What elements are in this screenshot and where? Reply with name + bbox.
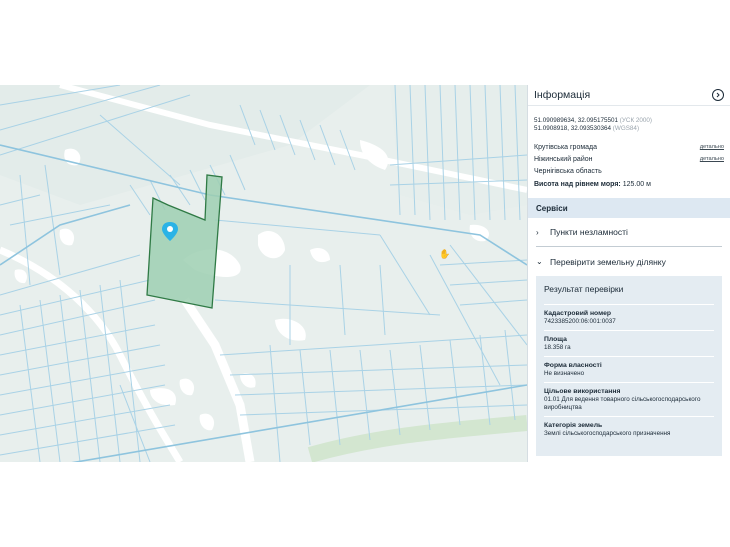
details-link[interactable]: детальнo [700, 144, 724, 150]
map-svg[interactable]: ✋ [0, 85, 527, 462]
accordion-label: Пункти незламності [550, 227, 628, 237]
coordinates-block: 51.090989634, 32.095175501 (УСК 2000) 51… [528, 106, 730, 133]
admin-row: Крутівська громада детальнo [534, 141, 724, 153]
panel-title: Інформація [534, 89, 591, 101]
result-field: Кадастровий номер 7423385200:06:001:0037 [544, 304, 714, 330]
region-name: Чернігівська область [534, 167, 602, 175]
map-canvas[interactable]: ✋ [0, 85, 527, 462]
chevron-down-icon: ⌄ [536, 257, 543, 266]
result-field: Форма власності Не визначено [544, 356, 714, 382]
coord-system: (УСК 2000) [619, 117, 652, 124]
community-name: Крутівська громада [534, 143, 598, 151]
app-frame: ✋ Інформація 51.090989634, 32.095175501 … [0, 85, 730, 462]
field-label: Кадастровий номер [544, 310, 612, 317]
chevron-right-icon: › [536, 227, 539, 237]
district-name: Ніжинський район [534, 155, 593, 163]
coord-value: 51.090989634, 32.095175501 [534, 117, 619, 124]
elevation-label: Висота над рівнем моря: [534, 181, 621, 188]
category-value: Землі сільськогосподарського призначення [544, 430, 671, 437]
panel-header: Інформація [528, 85, 730, 106]
result-title: Результат перевірки [544, 284, 624, 294]
admin-units: Крутівська громада детальнo Ніжинський ра… [528, 133, 730, 177]
cadastral-number: 7423385200:06:001:0037 [544, 318, 616, 325]
coord-system: (WGS84) [612, 125, 640, 132]
info-panel: Інформація 51.090989634, 32.095175501 (У… [527, 85, 730, 462]
chevron-right-circle-icon[interactable] [712, 89, 724, 101]
check-result: Результат перевірки Кадастровий номер 74… [536, 276, 722, 456]
admin-row: Чернігівська область [534, 165, 724, 177]
area-value: 18.358 га [544, 344, 571, 351]
elevation: Висота над рівнем моря: 125.00 м [528, 177, 730, 188]
result-field: Цільове використання 01.01 Для ведення т… [544, 382, 714, 416]
field-label: Форма власності [544, 362, 602, 369]
coord-row: 51.0908918, 32.093530364 (WGS84) [534, 125, 724, 133]
elevation-value: 125.00 м [622, 181, 651, 188]
services-header: Сервіси [528, 198, 730, 218]
result-field: Площа 18.358 га [544, 330, 714, 356]
accordion-check-parcel[interactable]: ⌄ Перевірити земельну ділянку [536, 247, 722, 276]
field-label: Площа [544, 336, 567, 343]
purpose-value: 01.01 Для ведення товарного сільськогосп… [544, 396, 701, 411]
details-link[interactable]: детальнo [700, 156, 724, 162]
field-label: Категорія земель [544, 422, 603, 429]
hand-cursor-icon: ✋ [439, 248, 450, 260]
field-label: Цільове використання [544, 388, 621, 395]
admin-row: Ніжинський район детальнo [534, 153, 724, 165]
coord-value: 51.0908918, 32.093530364 [534, 125, 612, 132]
coord-row: 51.090989634, 32.095175501 (УСК 2000) [534, 117, 724, 125]
accordion-label: Перевірити земельну ділянку [550, 256, 666, 267]
result-field: Категорія земель Землі сільськогосподарс… [544, 416, 714, 442]
ownership-value: Не визначено [544, 370, 585, 377]
accordion-resilience-points[interactable]: › Пункти незламності [536, 218, 722, 247]
